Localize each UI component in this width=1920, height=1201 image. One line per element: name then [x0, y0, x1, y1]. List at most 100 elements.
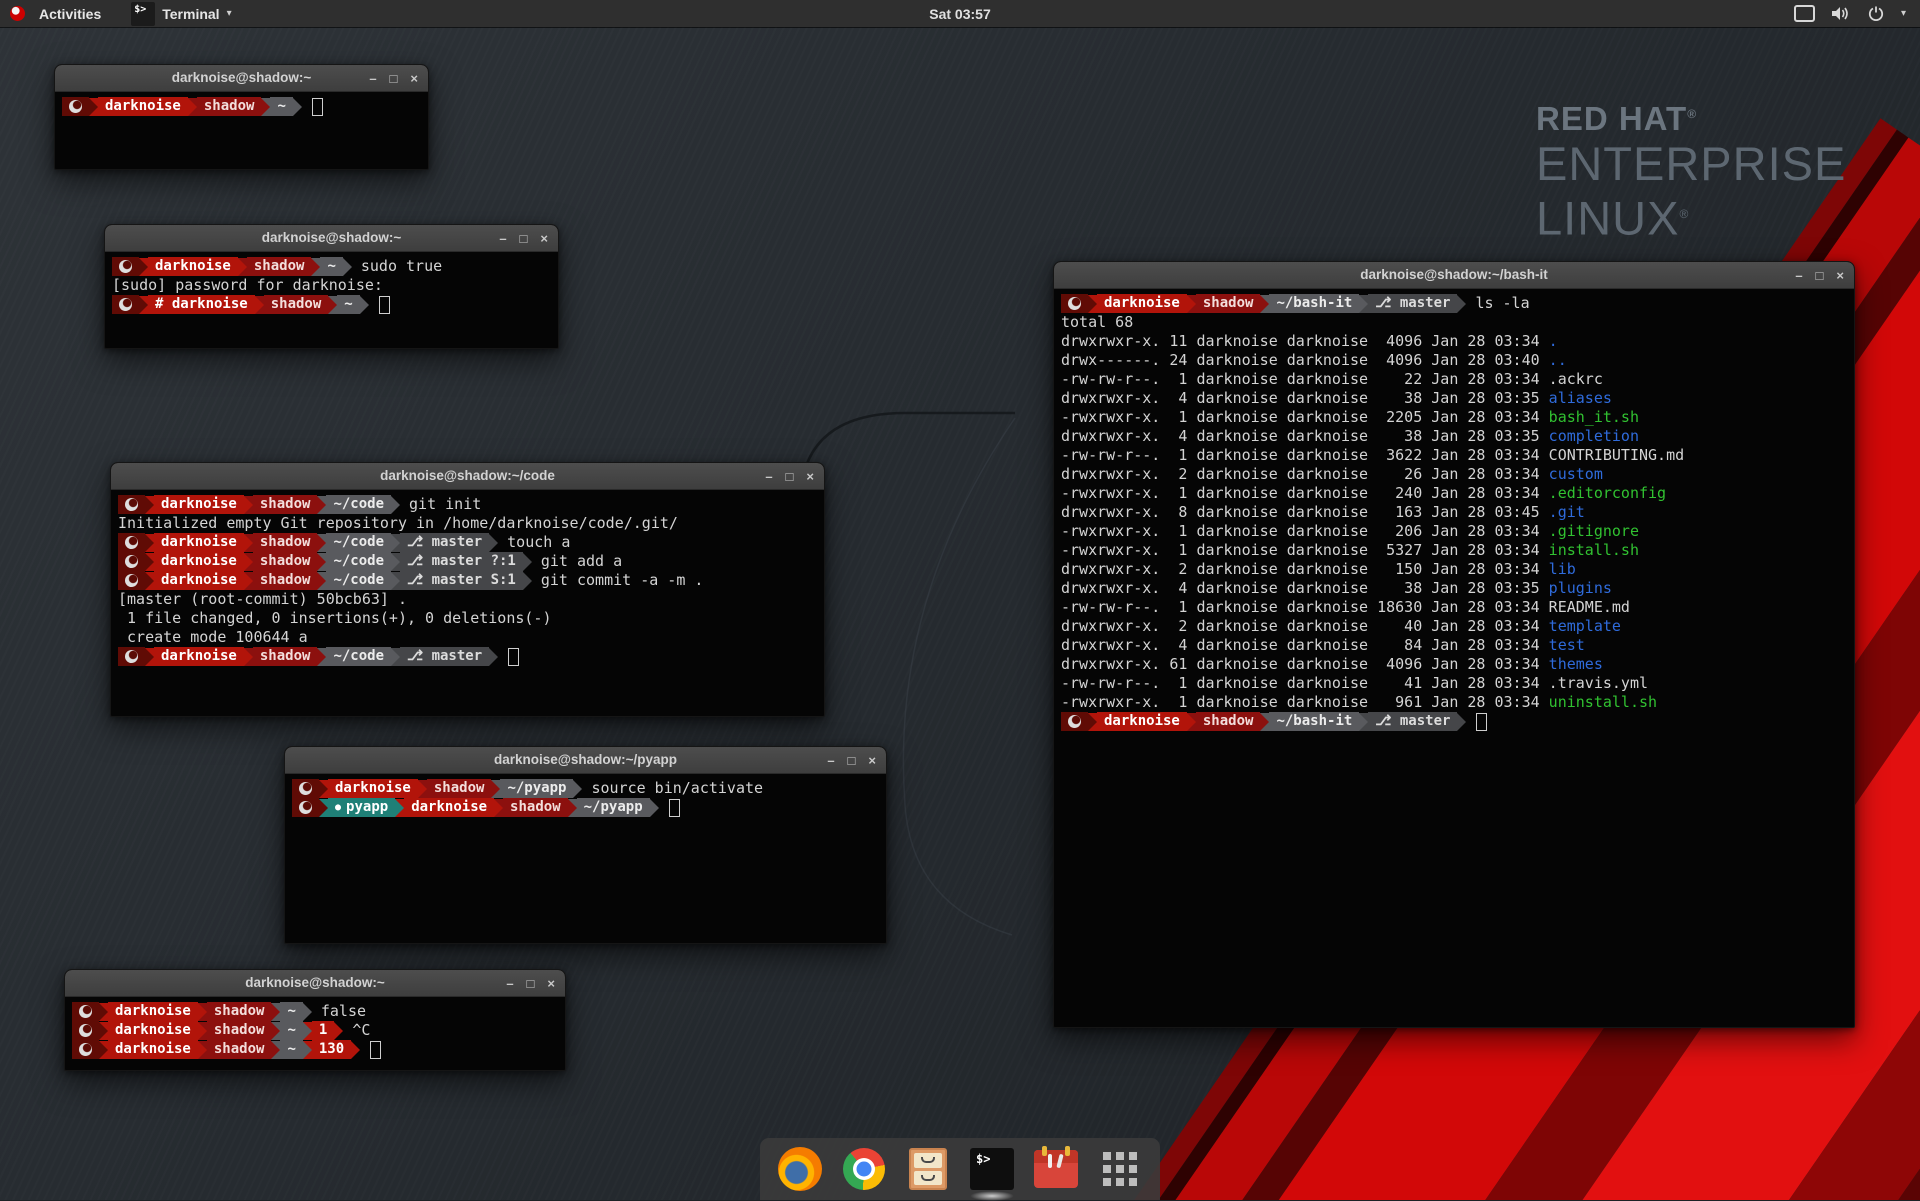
terminal-cursor — [379, 296, 390, 314]
terminal-window: darknoise@shadow:~–□×darknoiseshadow~sud… — [104, 224, 559, 349]
display-icon[interactable] — [1794, 5, 1815, 22]
maximize-button[interactable]: □ — [786, 470, 794, 483]
prompt-segment-host: shadow — [1196, 294, 1261, 313]
file-row: -rwxrwxr-x. 1 darknoise darknoise 961 Ja… — [1061, 693, 1847, 712]
window-titlebar[interactable]: darknoise@shadow:~– □ × — [65, 970, 565, 997]
prompt-segment-user: darknoise — [1097, 294, 1187, 313]
command-text: touch a — [498, 533, 570, 552]
file-name: CONTRIBUTING.md — [1549, 446, 1684, 464]
powerline-separator — [1260, 713, 1269, 731]
terminal-content[interactable]: darknoiseshadow~falsedarknoiseshadow~1^C… — [65, 997, 565, 1064]
prompt-segment-git: ⎇ master ?:1 — [400, 552, 523, 571]
command-text: ^C — [343, 1021, 370, 1040]
powerline-separator — [139, 258, 148, 276]
powerline-separator — [351, 1041, 360, 1059]
terminal-content[interactable]: darknoiseshadow~/codegit initInitialized… — [111, 490, 824, 671]
file-name: README.md — [1549, 598, 1630, 616]
prompt-segment-user: darknoise — [154, 571, 244, 590]
minimize-button[interactable]: – — [1795, 269, 1802, 282]
window-titlebar[interactable]: darknoise@shadow:~/bash-it–□× — [1054, 262, 1854, 289]
toolbox-icon[interactable] — [1033, 1146, 1079, 1192]
prompt-segment-host: shadow — [253, 571, 318, 590]
powerline-separator — [198, 1022, 207, 1040]
window-titlebar[interactable]: darknoise@shadow:~/code–□× — [111, 463, 824, 490]
close-button[interactable]: × — [410, 72, 418, 85]
prompt-segment-host: shadow — [247, 257, 312, 276]
powerline-separator — [1457, 295, 1466, 313]
file-row: drwx------. 24 darknoise darknoise 4096 … — [1061, 351, 1847, 370]
powerline-separator — [650, 799, 659, 817]
command-text: source bin/activate — [582, 779, 763, 798]
file-name: completion — [1549, 427, 1639, 445]
close-button[interactable]: × — [806, 470, 814, 483]
prompt-segment-user: darknoise — [154, 647, 244, 666]
terminal-content[interactable]: darknoiseshadow~/pyappsource bin/activat… — [285, 774, 886, 822]
window-titlebar[interactable]: darknoise@shadow:~/pyapp–□× — [285, 747, 886, 774]
prompt-segment-dir: ~/pyapp — [500, 779, 573, 798]
powerline-separator — [489, 648, 498, 666]
close-button[interactable]: × — [868, 754, 876, 767]
maximize-button[interactable]: □ — [520, 232, 528, 245]
powerline-separator — [271, 1041, 280, 1059]
distro-badge — [292, 798, 319, 817]
maximize-button[interactable]: □ — [848, 754, 856, 767]
prompt-segment-user: darknoise — [108, 1002, 198, 1021]
prompt-segment-dir: ~ — [270, 97, 292, 116]
powerline-separator — [271, 1003, 280, 1021]
minimize-button[interactable]: – — [369, 72, 376, 85]
terminal-icon[interactable]: $> — [969, 1146, 1015, 1192]
file-name: lib — [1549, 560, 1576, 578]
powerline-separator — [303, 1022, 312, 1040]
terminal-cursor — [1476, 713, 1487, 731]
powerline-separator — [99, 1041, 108, 1059]
file-name: bash_it.sh — [1549, 408, 1639, 426]
minimize-button[interactable]: – — [506, 977, 513, 990]
minimize-button[interactable]: – — [499, 232, 506, 245]
clock[interactable]: Sat 03:57 — [0, 6, 1920, 22]
files-icon[interactable] — [905, 1146, 951, 1192]
chrome-icon[interactable] — [841, 1146, 887, 1192]
terminal-content[interactable]: darknoiseshadow~/bash-it⎇ masterls -lato… — [1054, 289, 1854, 736]
powerline-separator — [145, 496, 154, 514]
app-grid-icon[interactable] — [1097, 1146, 1143, 1192]
file-meta: drwxrwxr-x. 2 darknoise darknoise 26 Jan… — [1061, 465, 1549, 483]
maximize-button[interactable]: □ — [390, 72, 398, 85]
distro-badge — [118, 495, 145, 514]
minimize-button[interactable]: – — [827, 754, 834, 767]
file-row: -rwxrwxr-x. 1 darknoise darknoise 240 Ja… — [1061, 484, 1847, 503]
distro-badge — [62, 97, 89, 116]
terminal-output-line: [master (root-commit) 50bcb63] . — [118, 590, 817, 609]
file-meta: -rwxrwxr-x. 1 darknoise darknoise 240 Ja… — [1061, 484, 1549, 502]
close-button[interactable]: × — [540, 232, 548, 245]
powerline-separator — [145, 534, 154, 552]
powerline-separator — [523, 553, 532, 571]
firefox-logo — [778, 1147, 822, 1191]
file-meta: -rwxrwxr-x. 1 darknoise darknoise 2205 J… — [1061, 408, 1549, 426]
terminal-content[interactable]: darknoiseshadow~ — [55, 92, 428, 121]
close-button[interactable]: × — [547, 977, 555, 990]
terminal-prompt-line: darknoiseshadow~/code⎇ master S:1git com… — [118, 571, 817, 590]
window-titlebar[interactable]: darknoise@shadow:~–□× — [55, 65, 428, 92]
caret-down-icon[interactable]: ▾ — [1901, 8, 1906, 19]
volume-icon[interactable] — [1832, 6, 1851, 21]
minimize-button[interactable]: – — [765, 470, 772, 483]
redhat-logo-icon — [119, 298, 132, 311]
close-button[interactable]: × — [1836, 269, 1844, 282]
window-title: darknoise@shadow:~ — [65, 970, 565, 996]
firefox-icon[interactable] — [777, 1146, 823, 1192]
file-row: drwxrwxr-x. 4 darknoise darknoise 38 Jan… — [1061, 579, 1847, 598]
prompt-segment-host: shadow — [503, 798, 568, 817]
maximize-button[interactable]: □ — [527, 977, 535, 990]
powerline-separator — [1260, 295, 1269, 313]
terminal-content[interactable]: darknoiseshadow~sudo true[sudo] password… — [105, 252, 558, 319]
power-icon[interactable] — [1868, 6, 1884, 22]
terminal-window: darknoise@shadow:~/bash-it–□×darknoisesh… — [1053, 261, 1855, 1028]
prompt-segment-host: shadow — [253, 533, 318, 552]
file-row: drwxrwxr-x. 2 darknoise darknoise 26 Jan… — [1061, 465, 1847, 484]
window-titlebar[interactable]: darknoise@shadow:~–□× — [105, 225, 558, 252]
file-meta: drwx------. 24 darknoise darknoise 4096 … — [1061, 351, 1549, 369]
prompt-segment-dir: ~/bash-it — [1269, 294, 1359, 313]
powerline-separator — [238, 258, 247, 276]
maximize-button[interactable]: □ — [1816, 269, 1824, 282]
powerline-separator — [319, 780, 328, 798]
